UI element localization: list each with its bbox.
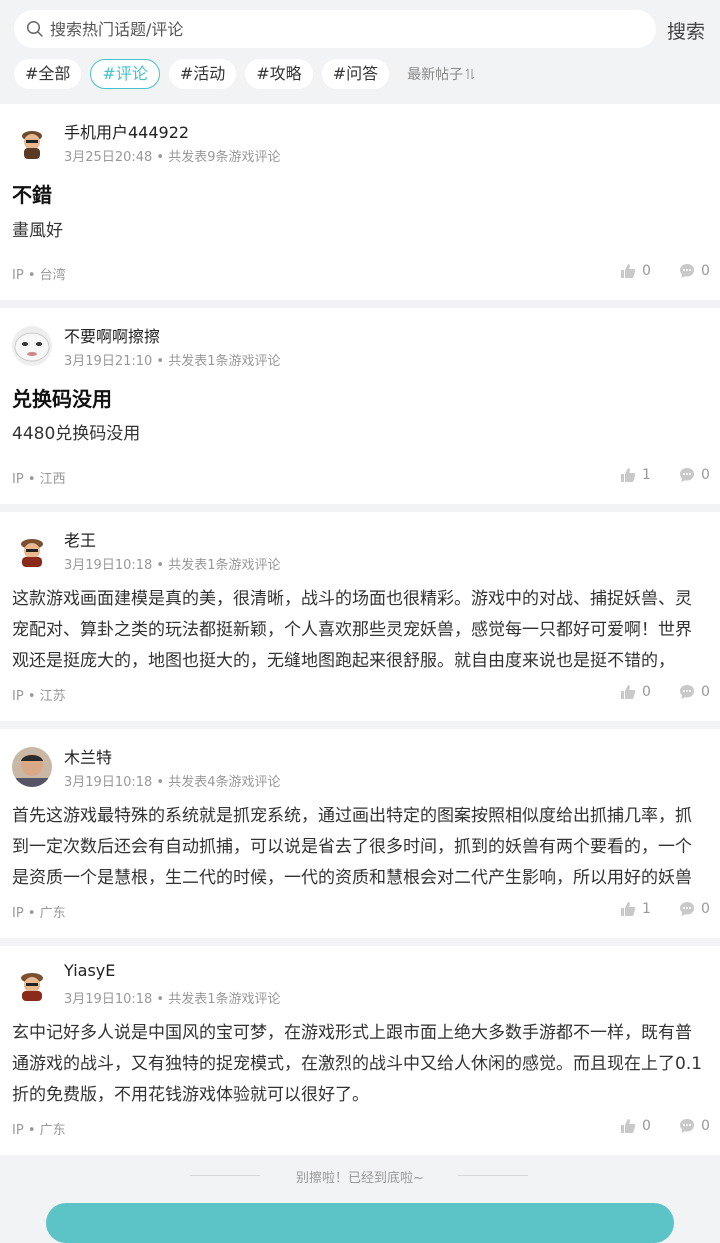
username[interactable]: 不要啊啊擦擦 xyxy=(64,323,160,347)
post-body: 畫風好 xyxy=(12,221,63,241)
post-time: 3月19日10:18 xyxy=(64,775,153,790)
ip-location: IP • 江苏 xyxy=(12,689,66,704)
search-input[interactable] xyxy=(48,18,656,40)
post-body: 首先这游戏最特殊的系统就是抓宠系统，通过画出特定的图案按照相似度给出抓捕几率，抓… xyxy=(12,806,692,888)
post-body: 4480兑换码没用 xyxy=(12,424,141,444)
comment-count: 0 xyxy=(701,1118,710,1134)
ip-label: IP xyxy=(12,689,24,704)
ip-label: IP xyxy=(12,1123,24,1138)
avatar[interactable] xyxy=(12,530,52,570)
review-count: 共发表4条游戏评论 xyxy=(168,775,281,790)
thumbs-up-icon xyxy=(621,1119,636,1133)
end-of-list-text: 别擦啦！已经到底啦~ xyxy=(296,1171,424,1186)
tag-qa[interactable]: #问答 xyxy=(321,59,390,89)
thumbs-up-icon xyxy=(621,264,636,278)
like-count: 0 xyxy=(642,1118,651,1134)
review-count: 共发表1条游戏评论 xyxy=(168,558,281,573)
like-count: 0 xyxy=(642,684,651,700)
post-card[interactable]: 手机用户444922 3月25日20:48 • 共发表9条游戏评论 不錯 畫風好… xyxy=(0,104,720,300)
search-bar[interactable] xyxy=(14,10,656,48)
post-card[interactable]: 木兰特 3月19日10:18 • 共发表4条游戏评论 首先这游戏最特殊的系统就是… xyxy=(0,729,720,938)
avatar[interactable] xyxy=(12,964,52,1004)
username[interactable]: 手机用户444922 xyxy=(64,119,189,143)
ip-location: IP • 广东 xyxy=(12,906,66,921)
sort-label: 最新帖子 xyxy=(407,67,464,83)
like-button[interactable]: 1 xyxy=(620,467,651,483)
username[interactable]: 木兰特 xyxy=(64,744,112,768)
tag-guide[interactable]: #攻略 xyxy=(245,59,313,89)
post-body: 这款游戏画面建模是真的美，很清晰，战斗的场面也很精彩。游戏中的对战、捕捉妖兽、灵… xyxy=(12,589,692,671)
avatar[interactable] xyxy=(12,326,52,366)
post-meta: 3月19日10:18 • 共发表1条游戏评论 xyxy=(64,558,281,573)
post-meta: 3月19日10:18 • 共发表1条游戏评论 xyxy=(64,992,281,1007)
comment-button[interactable]: 0 xyxy=(679,901,710,917)
tag-all[interactable]: #全部 xyxy=(14,59,82,89)
ip-region: 广东 xyxy=(39,1123,66,1138)
ip-region: 广东 xyxy=(39,906,66,921)
tag-activity[interactable]: #活动 xyxy=(168,59,237,89)
review-count: 共发表9条游戏评论 xyxy=(168,150,281,165)
comment-count: 0 xyxy=(701,684,710,700)
search-button[interactable]: 搜索 xyxy=(667,17,705,44)
post-time: 3月19日21:10 xyxy=(64,354,153,369)
post-card[interactable]: 不要啊啊擦擦 3月19日21:10 • 共发表1条游戏评论 兑换码没用 4480… xyxy=(0,308,720,504)
like-button[interactable]: 1 xyxy=(620,901,651,917)
like-count: 1 xyxy=(642,901,651,917)
ip-label: IP xyxy=(12,472,24,487)
ip-region: 江西 xyxy=(39,472,66,487)
post-meta: 3月19日21:10 • 共发表1条游戏评论 xyxy=(64,354,281,369)
post-meta: 3月25日20:48 • 共发表9条游戏评论 xyxy=(64,150,281,165)
ip-location: IP • 广东 xyxy=(12,1123,66,1138)
avatar[interactable] xyxy=(12,747,52,787)
comment-button[interactable]: 0 xyxy=(679,684,710,700)
thumbs-up-icon xyxy=(621,902,636,916)
post-time: 3月19日10:18 xyxy=(64,992,153,1007)
post-meta: 3月19日10:18 • 共发表4条游戏评论 xyxy=(64,775,281,790)
review-count: 共发表1条游戏评论 xyxy=(168,992,281,1007)
tag-filter-bar: #全部 #评论 #活动 #攻略 #问答 最新帖子 xyxy=(14,59,475,89)
ip-location: IP • 江西 xyxy=(12,472,66,487)
comment-count: 0 xyxy=(701,901,710,917)
comment-icon xyxy=(680,685,694,699)
post-time: 3月25日20:48 xyxy=(64,150,153,165)
bottom-action-button[interactable] xyxy=(46,1203,674,1243)
sort-icon xyxy=(465,68,475,80)
post-card[interactable]: YiasyE 3月19日10:18 • 共发表1条游戏评论 玄中记好多人说是中国… xyxy=(0,946,720,1155)
post-time: 3月19日10:18 xyxy=(64,558,153,573)
comment-button[interactable]: 0 xyxy=(679,1118,710,1134)
comment-icon xyxy=(680,264,694,278)
tag-review[interactable]: #评论 xyxy=(90,59,160,89)
like-count: 0 xyxy=(642,263,651,279)
review-count: 共发表1条游戏评论 xyxy=(168,354,281,369)
comment-icon xyxy=(680,902,694,916)
ip-region: 台湾 xyxy=(39,268,66,283)
ip-region: 江苏 xyxy=(39,689,66,704)
like-count: 1 xyxy=(642,467,651,483)
sort-button[interactable]: 最新帖子 xyxy=(407,64,475,84)
comment-button[interactable]: 0 xyxy=(679,263,710,279)
comment-icon xyxy=(680,468,694,482)
avatar[interactable] xyxy=(12,122,52,162)
thumbs-up-icon xyxy=(621,468,636,482)
comment-count: 0 xyxy=(701,263,710,279)
username[interactable]: YiasyE xyxy=(64,961,115,980)
comment-button[interactable]: 0 xyxy=(679,467,710,483)
post-body: 玄中记好多人说是中国风的宝可梦，在游戏形式上跟市面上绝大多数手游都不一样，既有普… xyxy=(12,1023,703,1105)
post-title: 兑换码没用 xyxy=(12,387,112,411)
thumbs-up-icon xyxy=(621,685,636,699)
comment-icon xyxy=(680,1119,694,1133)
post-title: 不錯 xyxy=(12,183,52,207)
ip-location: IP • 台湾 xyxy=(12,268,66,283)
header: 搜索 #全部 #评论 #活动 #攻略 #问答 最新帖子 xyxy=(0,0,720,104)
comment-count: 0 xyxy=(701,467,710,483)
username[interactable]: 老王 xyxy=(64,527,96,551)
search-icon xyxy=(26,20,44,38)
like-button[interactable]: 0 xyxy=(620,684,651,700)
like-button[interactable]: 0 xyxy=(620,1118,651,1134)
ip-label: IP xyxy=(12,268,24,283)
post-card[interactable]: 老王 3月19日10:18 • 共发表1条游戏评论 这款游戏画面建模是真的美，很… xyxy=(0,512,720,721)
ip-label: IP xyxy=(12,906,24,921)
like-button[interactable]: 0 xyxy=(620,263,651,279)
